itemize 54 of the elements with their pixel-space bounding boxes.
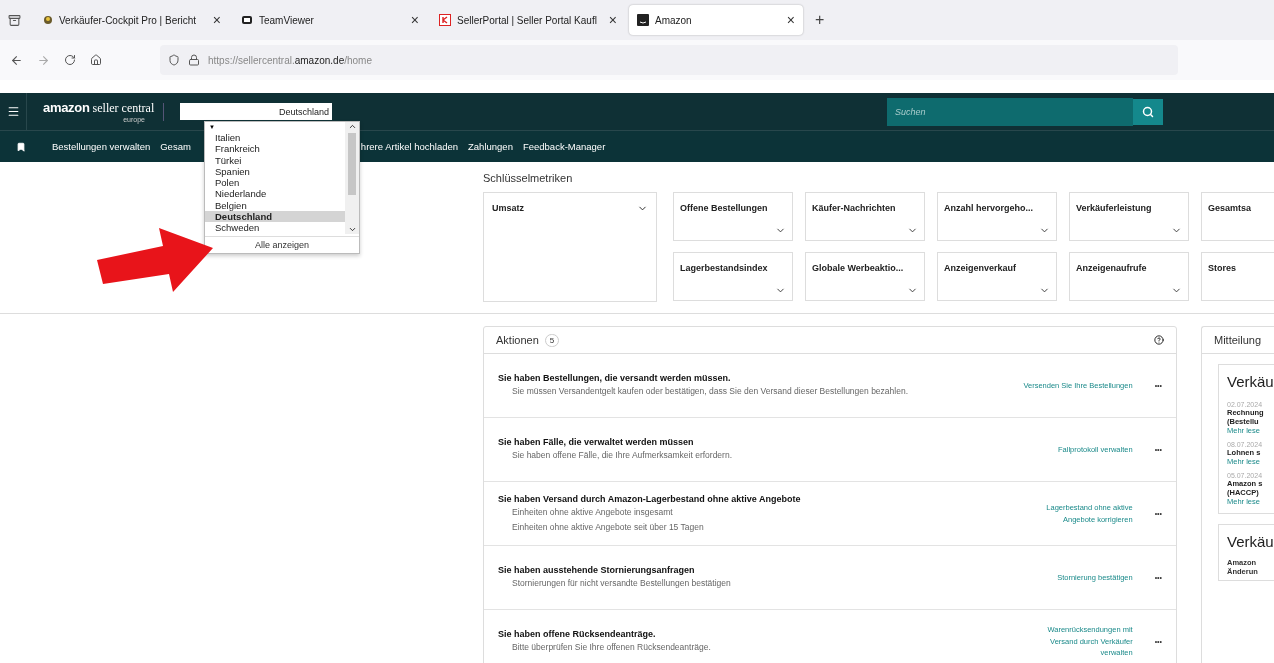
region-option[interactable]: Frankreich bbox=[205, 143, 345, 155]
region-option[interactable]: Deutschland bbox=[205, 211, 345, 223]
region-option[interactable]: Türkei bbox=[205, 154, 345, 166]
section-title: Schlüsselmetriken bbox=[483, 172, 574, 184]
close-icon[interactable]: × bbox=[608, 12, 617, 28]
region-select[interactable]: Deutschland bbox=[180, 103, 332, 120]
metric-card[interactable]: Anzeigenverkauf bbox=[937, 252, 1057, 301]
browser-tab[interactable]: Amazon × bbox=[629, 5, 803, 35]
action-description: Sie haben offene Fälle, die Ihre Aufmerksamkeit erfordern. bbox=[511, 449, 734, 462]
action-title: Sie haben Bestellungen, die versandt werden müssen. bbox=[498, 373, 732, 384]
nav-link[interactable]: Gesam bbox=[160, 141, 191, 152]
metric-card[interactable]: Käufer-Nachrichten bbox=[805, 192, 925, 241]
metric-card[interactable]: Umsatz bbox=[483, 192, 657, 302]
region-option[interactable]: Schweden bbox=[205, 222, 345, 234]
browser-tab[interactable]: SellerPortal | Seller Portal Kaufl × bbox=[431, 5, 625, 35]
browser-tab[interactable]: Verkäufer-Cockpit Pro | Bericht × bbox=[35, 5, 229, 35]
metric-card[interactable]: Offene Bestellungen bbox=[673, 192, 793, 241]
browser-tab[interactable]: TeamViewer × bbox=[233, 5, 427, 35]
nav-link[interactable]: hrere Artikel hochladen bbox=[360, 141, 459, 152]
card-heading: Verkäu bbox=[1227, 533, 1274, 550]
close-icon[interactable]: × bbox=[786, 12, 795, 28]
metric-card[interactable]: Gesamtsa bbox=[1201, 192, 1274, 241]
action-description: Sie müssen Versandentgelt kaufen oder bestätigen, dass Sie den Versand dieser Bestellungen bezahlen. bbox=[511, 385, 909, 398]
nav-link[interactable]: Zahlungen bbox=[468, 141, 513, 152]
new-tab-button[interactable]: + bbox=[807, 11, 833, 29]
card-heading: Verkäu bbox=[1227, 373, 1274, 390]
region-option[interactable]: Polen bbox=[205, 177, 345, 189]
action-description: Einheiten ohne aktive Angebote seit über 15 Tagen bbox=[511, 520, 705, 533]
action-title: Sie haben ausstehende Stornierungsanfragen bbox=[498, 565, 696, 576]
show-all-button[interactable]: Alle anzeigen bbox=[205, 235, 359, 253]
nav-link[interactable]: Feedback-Manager bbox=[522, 141, 606, 152]
action-title: Sie haben offene Rücksendeanträge. bbox=[498, 629, 657, 640]
metric-card[interactable]: Anzahl hervorgeho... bbox=[937, 192, 1057, 241]
address-bar[interactable]: https://sellercentral.amazon.de/home bbox=[160, 45, 1178, 75]
action-description: Stornierungen für nicht versandte Bestellungen bestätigen bbox=[511, 577, 732, 590]
panel-title: Aktionen bbox=[496, 334, 539, 346]
metric-card[interactable]: Stores bbox=[1201, 252, 1274, 301]
search-field[interactable]: Suchen bbox=[887, 97, 1133, 126]
region-option[interactable]: Italien bbox=[205, 132, 345, 144]
region-option[interactable]: Belgien bbox=[205, 199, 345, 212]
action-title: Sie haben Versand durch Amazon-Lagerbestand ohne aktive Angebote bbox=[498, 494, 802, 505]
action-title: Sie haben Fälle, die verwaltet werden müssen bbox=[498, 437, 695, 448]
action-description: Bitte überprüfen Sie Ihre offenen Rücksendeanträge. bbox=[511, 641, 712, 654]
nav-link[interactable]: Bestellungen verwalten bbox=[52, 141, 151, 152]
close-icon[interactable]: × bbox=[410, 12, 419, 28]
metric-card[interactable]: Globale Werbeaktio... bbox=[805, 252, 925, 301]
region-option[interactable]: Niederlande bbox=[205, 188, 345, 200]
metric-card[interactable]: Lagerbestandsindex bbox=[673, 252, 793, 301]
metric-card[interactable]: Verkäuferleistung bbox=[1069, 192, 1189, 241]
metric-card[interactable]: Anzeigenaufrufe bbox=[1069, 252, 1189, 301]
action-description: Einheiten ohne aktive Angebote insgesamt bbox=[511, 506, 674, 519]
region-option[interactable]: Spanien bbox=[205, 165, 345, 178]
panel-title: Mitteilung bbox=[1214, 334, 1262, 346]
close-icon[interactable]: × bbox=[212, 12, 221, 28]
